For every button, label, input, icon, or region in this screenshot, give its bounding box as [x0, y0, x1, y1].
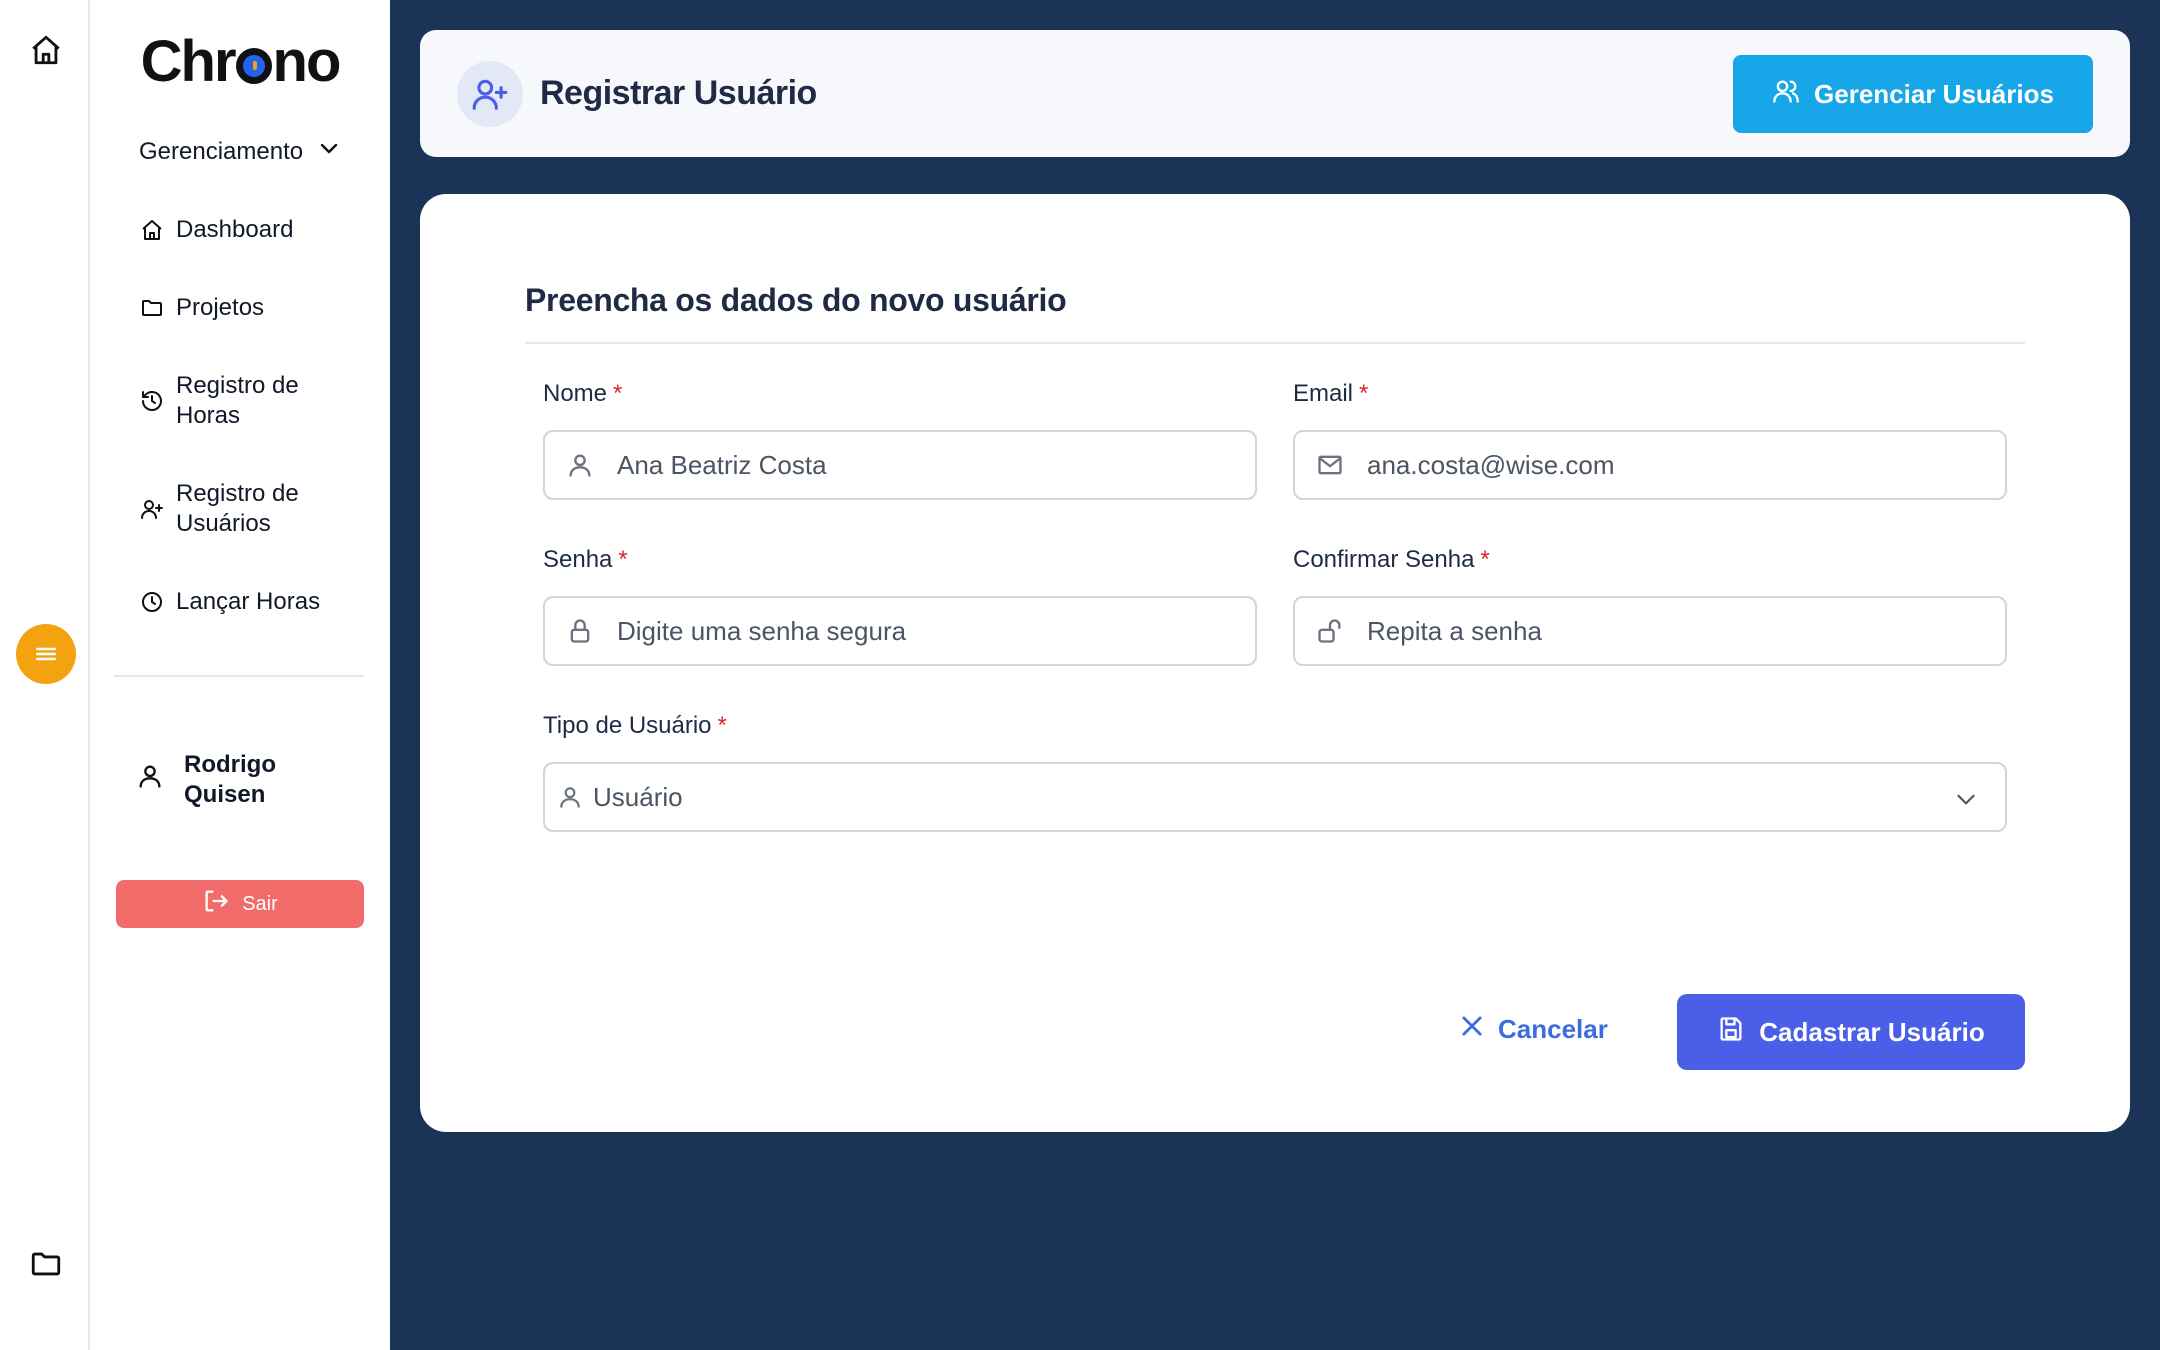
sidebar-item-label: Registro de Horas: [176, 372, 299, 429]
required-mark: *: [613, 380, 623, 407]
user-plus-icon: [457, 61, 523, 127]
confirm-password-placeholder: Repita a senha: [1367, 615, 1542, 646]
sidebar-item-dashboard[interactable]: Dashboard: [138, 215, 293, 245]
user-type-label: Tipo de Usuário *: [543, 712, 727, 739]
name-value: Ana Beatriz Costa: [617, 449, 827, 480]
manage-users-label: Gerenciar Usuários: [1814, 78, 2054, 109]
clock-logo-icon: [235, 48, 272, 84]
user-icon: [555, 782, 585, 812]
form-heading: Preencha os dados do novo usuário: [525, 282, 1067, 318]
user-type-select[interactable]: Usuário: [543, 762, 2007, 832]
email-value: ana.costa@wise.com: [1367, 449, 1615, 480]
save-icon: [1717, 1015, 1745, 1050]
folder-icon[interactable]: [26, 1244, 66, 1284]
nav-group-label: Gerenciamento: [139, 137, 304, 165]
sidebar-item-projetos[interactable]: Projetos: [138, 293, 264, 323]
name-field[interactable]: Ana Beatriz Costa: [543, 430, 1257, 500]
sidebar-item-label: Projetos: [176, 294, 265, 321]
manage-users-button[interactable]: Gerenciar Usuários: [1733, 55, 2093, 133]
sidebar-item-registro-de-usuarios[interactable]: Registro de Usuários: [138, 479, 338, 539]
nav-group-toggle[interactable]: Gerenciamento: [139, 136, 341, 167]
sidebar-item-label: Registro de Usuários: [176, 480, 299, 537]
user-form: Preencha os dados do novo usuário Nome * …: [420, 194, 2130, 1132]
clock-icon: [138, 588, 166, 616]
home-icon: [138, 216, 166, 244]
logout-button[interactable]: Sair: [116, 880, 364, 928]
required-mark: *: [618, 546, 628, 573]
page-header: Registrar Usuário Gerenciar Usuários: [420, 30, 2130, 157]
lock-icon: [565, 616, 595, 646]
sidebar-divider: [114, 675, 364, 677]
user-icon: [136, 762, 164, 798]
menu-icon[interactable]: [16, 624, 76, 684]
sidebar-item-label: Lançar Horas: [176, 588, 321, 615]
users-icon: [1772, 77, 1800, 112]
cancel-button[interactable]: Cancelar: [1458, 1012, 1608, 1047]
mail-icon: [1315, 450, 1345, 480]
sidebar: Chr no Gerenciamento Dashboard Projetos R…: [90, 0, 390, 1350]
history-icon: [138, 387, 166, 415]
current-user: Rodrigo Quisen: [136, 750, 294, 810]
password-field[interactable]: Digite uma senha segura: [543, 596, 1257, 666]
confirm-password-label: Confirmar Senha *: [1293, 546, 1490, 573]
sidebar-item-lancar-horas[interactable]: Lançar Horas: [138, 587, 320, 617]
email-field[interactable]: ana.costa@wise.com: [1293, 430, 2007, 500]
folder-icon: [138, 294, 166, 322]
required-mark: *: [1359, 380, 1369, 407]
name-label: Nome *: [543, 380, 623, 407]
password-placeholder: Digite uma senha segura: [617, 615, 907, 646]
close-icon: [1458, 1012, 1486, 1047]
password-label: Senha *: [543, 546, 628, 573]
submit-label: Cadastrar Usuário: [1759, 1016, 1985, 1047]
user-type-value: Usuário: [593, 781, 683, 812]
submit-user-button[interactable]: Cadastrar Usuário: [1677, 994, 2025, 1070]
required-mark: *: [1480, 546, 1490, 573]
unlock-icon: [1315, 616, 1345, 646]
user-icon: [565, 450, 595, 480]
sidebar-item-registro-de-horas[interactable]: Registro de Horas: [138, 371, 338, 431]
email-label: Email *: [1293, 380, 1369, 407]
sidebar-item-label: Dashboard: [176, 216, 294, 243]
page-title: Registrar Usuário: [540, 74, 817, 112]
required-mark: *: [717, 712, 727, 739]
logout-icon: [202, 887, 230, 921]
confirm-password-field[interactable]: Repita a senha: [1293, 596, 2007, 666]
icon-rail: [0, 0, 90, 1350]
cancel-label: Cancelar: [1498, 1014, 1608, 1044]
chevron-down-icon: [317, 136, 341, 167]
user-name: Rodrigo Quisen: [184, 751, 276, 808]
form-divider: [525, 342, 2025, 344]
logout-label: Sair: [242, 892, 278, 915]
user-plus-icon: [138, 495, 166, 523]
chevron-down-icon: [1953, 786, 1979, 817]
app-logo: Chr no: [140, 29, 342, 94]
home-icon[interactable]: [26, 30, 66, 70]
